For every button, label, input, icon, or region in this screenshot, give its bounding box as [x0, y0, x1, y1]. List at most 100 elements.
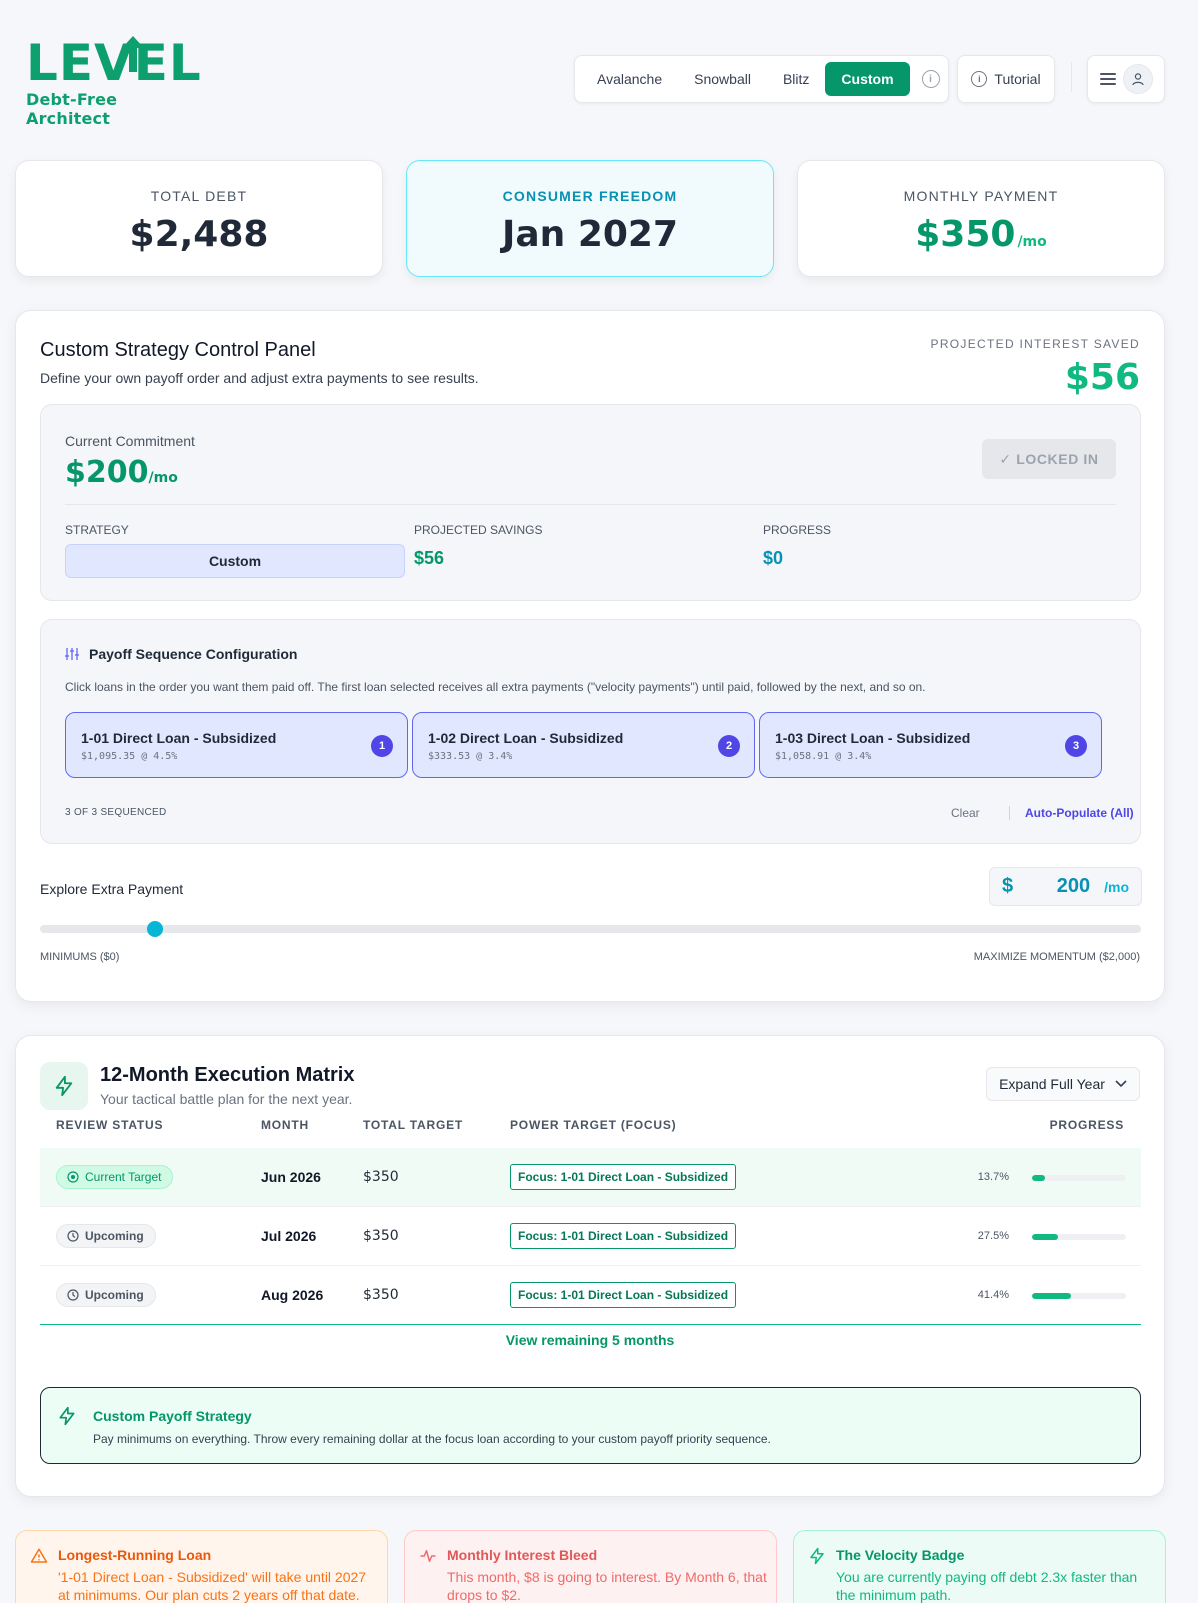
row-focus: Focus: 1-01 Direct Loan - Subsidized [510, 1282, 737, 1308]
tutorial-button[interactable]: i Tutorial [957, 55, 1055, 103]
commitment-label: Current Commitment [65, 433, 195, 449]
strategy-custom-button[interactable]: Custom [825, 62, 910, 96]
sequence-title: Payoff Sequence Configuration [89, 646, 298, 662]
status-text: Upcoming [85, 1229, 144, 1243]
info-icon: i [971, 71, 988, 87]
loan-card[interactable]: 1-01 Direct Loan - Subsidized $1,095.35 … [65, 712, 408, 778]
payoff-sequence-card: Payoff Sequence Configuration Click loan… [40, 619, 1141, 844]
total-debt-value: $2,488 [129, 214, 269, 255]
alert-description: This month, $8 is going to interest. By … [447, 1569, 767, 1603]
alert-description: '1-01 Direct Loan - Subsidized' will tak… [58, 1569, 367, 1603]
strategy-description-card: Custom Payoff Strategy Pay minimums on e… [40, 1387, 1141, 1464]
panel-title: Custom Strategy Control Panel [40, 339, 316, 361]
expand-full-year-button[interactable]: Expand Full Year [986, 1067, 1140, 1101]
user-avatar-icon[interactable] [1122, 64, 1153, 94]
status-text: Current Target [85, 1170, 162, 1184]
monthly-payment-value: $350/mo [798, 214, 1164, 255]
row-progress-percent: 41.4% [977, 1289, 1009, 1301]
commitment-card: Current Commitment $200/mo ✓ LOCKED IN S… [40, 404, 1141, 601]
clock-icon [67, 1289, 79, 1301]
pulse-icon [420, 1550, 436, 1562]
row-progress-bar [1032, 1234, 1126, 1240]
column-header-total: TOTAL TARGET [363, 1118, 464, 1132]
strategy-info-icon[interactable]: i [921, 70, 940, 88]
table-row[interactable]: Upcoming Jul 2026 $350 Focus: 1-01 Direc… [40, 1207, 1141, 1266]
loan-detail: $1,058.91 @ 3.4% [775, 751, 872, 762]
loan-card[interactable]: 1-02 Direct Loan - Subsidized $333.53 @ … [412, 712, 755, 778]
row-focus: Focus: 1-01 Direct Loan - Subsidized [510, 1164, 737, 1190]
alert-title: Longest-Running Loan [58, 1547, 212, 1563]
total-debt-label: TOTAL DEBT [150, 188, 248, 204]
strategy-selector: Avalanche Snowball Blitz Custom i [574, 55, 949, 103]
warning-icon [30, 1548, 48, 1563]
expand-label: Expand Full Year [999, 1076, 1105, 1092]
loan-name: 1-01 Direct Loan - Subsidized [81, 730, 277, 746]
loan-name: 1-03 Direct Loan - Subsidized [775, 730, 971, 746]
locked-in-button[interactable]: ✓ LOCKED IN [982, 439, 1116, 479]
alert-title: The Velocity Badge [836, 1547, 965, 1563]
column-header-focus: POWER TARGET (FOCUS) [510, 1118, 677, 1132]
table-row[interactable]: Current Target Jun 2026 $350 Focus: 1-01… [40, 1148, 1141, 1207]
alert-title: Monthly Interest Bleed [447, 1547, 598, 1563]
strategy-snowball-button[interactable]: Snowball [678, 62, 767, 96]
hamburger-menu-icon[interactable] [1099, 73, 1116, 85]
custom-strategy-panel: Custom Strategy Control Panel Define you… [15, 310, 1165, 1002]
clear-sequence-button[interactable]: Clear [951, 806, 980, 820]
consumer-freedom-label: CONSUMER FREEDOM [502, 188, 678, 204]
projected-savings-value: $56 [414, 548, 445, 568]
monthly-payment-amount: $350 [915, 214, 1016, 255]
monthly-payment-label: MONTHLY PAYMENT [903, 188, 1059, 204]
loan-order-badge: 2 [718, 735, 740, 757]
velocity-badge-alert: The Velocity Badge You are currently pay… [793, 1530, 1166, 1603]
progress-label: PROGRESS [763, 523, 832, 537]
extra-payment-slider-thumb[interactable] [146, 921, 163, 937]
slider-min-label: MINIMUMS ($0) [40, 951, 120, 963]
logo-wordmark: LEVEL [26, 34, 202, 92]
commitment-divider [65, 504, 1116, 505]
interest-saved-value: $56 [1064, 357, 1140, 398]
menu-account-button[interactable] [1087, 55, 1165, 103]
row-focus: Focus: 1-01 Direct Loan - Subsidized [510, 1223, 737, 1249]
column-header-month: MONTH [261, 1118, 309, 1132]
strategy-avalanche-button[interactable]: Avalanche [581, 62, 678, 96]
sequence-count: 3 OF 3 SEQUENCED [65, 807, 167, 818]
table-row[interactable]: Upcoming Aug 2026 $350 Focus: 1-01 Direc… [40, 1266, 1141, 1325]
strategy-value-pill: Custom [65, 544, 405, 578]
extra-payment-input[interactable]: $ 200 /mo [989, 867, 1142, 906]
extra-payment-slider-track[interactable] [40, 921, 1141, 937]
loan-card[interactable]: 1-03 Direct Loan - Subsidized $1,058.91 … [759, 712, 1102, 778]
tutorial-label: Tutorial [994, 71, 1041, 87]
execution-matrix-panel: 12-Month Execution Matrix Your tactical … [15, 1035, 1165, 1497]
lightning-icon [40, 1062, 88, 1110]
row-total: $350 [363, 1287, 399, 1303]
matrix-title: 12-Month Execution Matrix [100, 1064, 355, 1086]
app-header: LEVEL Debt-Free Architect Avalanche Snow… [0, 0, 1198, 140]
strategy-card-title: Custom Payoff Strategy [93, 1408, 252, 1424]
extra-payment-unit: /mo [1104, 878, 1129, 895]
longest-loan-alert: Longest-Running Loan '1-01 Direct Loan -… [15, 1530, 388, 1603]
row-total: $350 [363, 1228, 399, 1244]
logo-arrow-icon [122, 36, 144, 72]
target-icon [67, 1171, 79, 1183]
header-divider [1071, 62, 1072, 92]
loan-detail: $1,095.35 @ 4.5% [81, 751, 178, 762]
commitment-amount: $200 [65, 455, 149, 490]
column-header-progress: PROGRESS [1049, 1118, 1124, 1132]
currency-symbol: $ [1002, 875, 1014, 897]
auto-populate-button[interactable]: Auto-Populate (All) [1025, 806, 1134, 820]
consumer-freedom-card: CONSUMER FREEDOM Jan 2027 [406, 160, 774, 277]
strategy-label: STRATEGY [65, 523, 129, 537]
panel-subtitle: Define your own payoff order and adjust … [40, 370, 479, 386]
sequence-action-divider [1009, 806, 1010, 820]
loan-name: 1-02 Direct Loan - Subsidized [428, 730, 624, 746]
monthly-payment-card: MONTHLY PAYMENT $350/mo [797, 160, 1165, 277]
extra-payment-amount[interactable]: 200 [1013, 875, 1104, 898]
projected-savings-label: PROJECTED SAVINGS [414, 523, 543, 537]
clock-icon [67, 1230, 79, 1242]
view-remaining-months-link[interactable]: View remaining 5 months [16, 1332, 1164, 1348]
chevron-down-icon [1115, 1080, 1127, 1088]
strategy-blitz-button[interactable]: Blitz [767, 62, 825, 96]
interest-bleed-alert: Monthly Interest Bleed This month, $8 is… [404, 1530, 777, 1603]
matrix-subtitle: Your tactical battle plan for the next y… [100, 1091, 353, 1107]
progress-value: $0 [763, 548, 784, 568]
